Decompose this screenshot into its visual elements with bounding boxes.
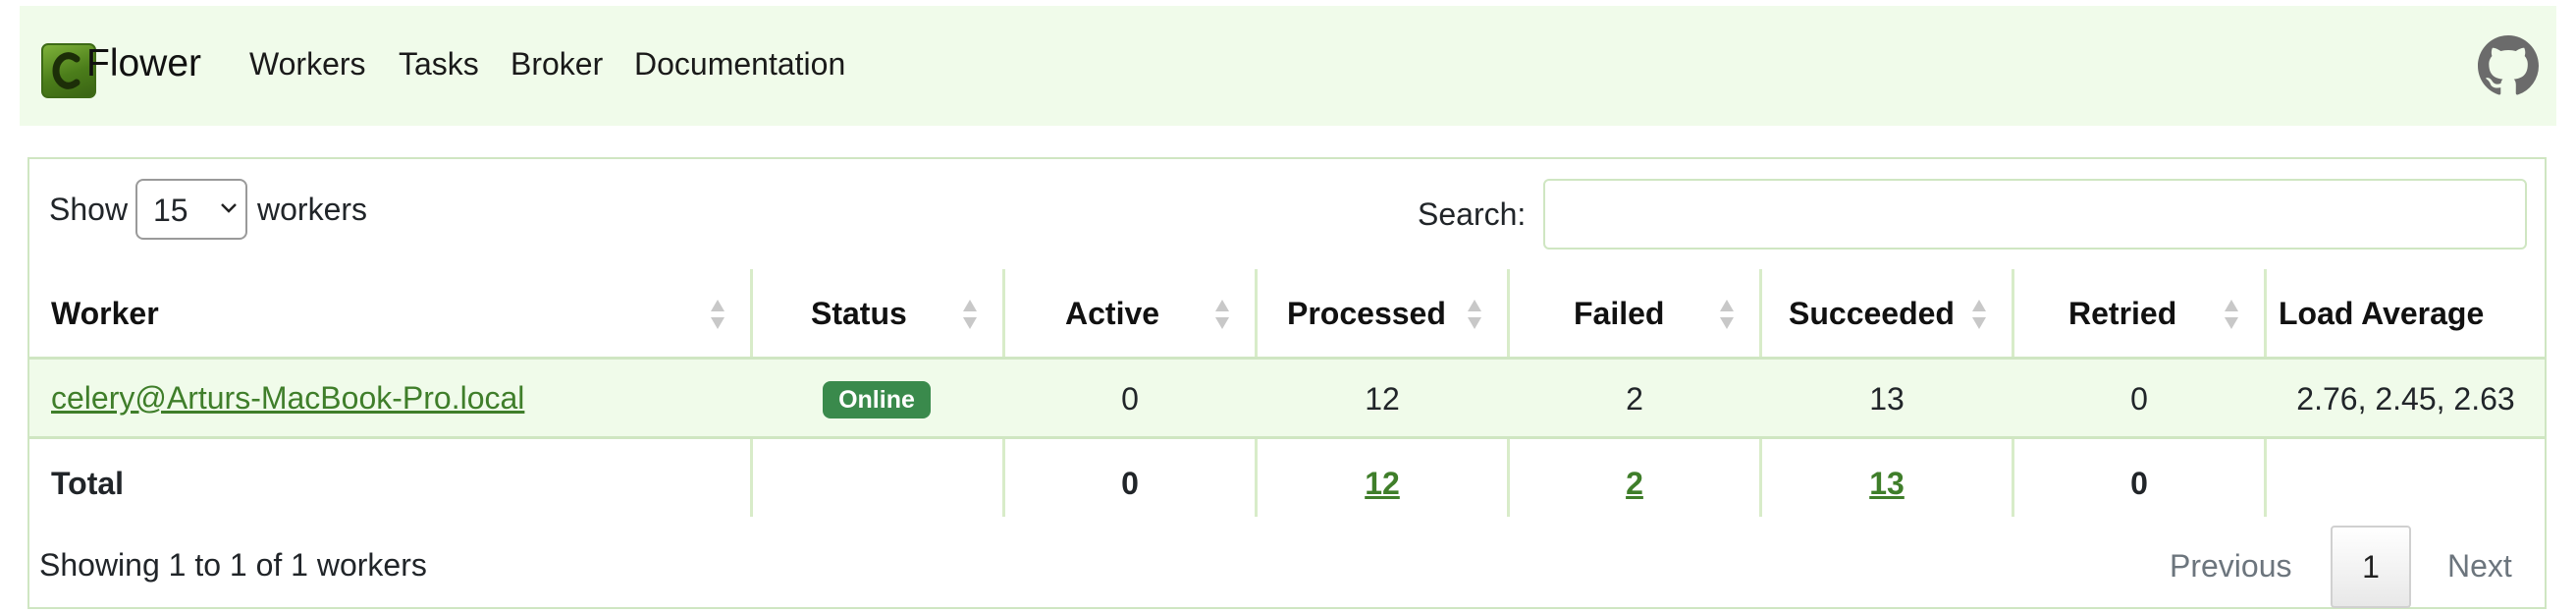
column-header-succeeded[interactable]: Succeeded [1762,269,2012,358]
navbar: Flower Workers Tasks Broker Documentatio… [20,6,2556,126]
retried-count: 0 [2130,381,2148,417]
page-button-current[interactable]: 1 [2331,526,2411,608]
header-label: Retried [2068,296,2177,331]
nav-link-documentation[interactable]: Documentation [634,43,845,84]
nav-link-broker[interactable]: Broker [510,43,603,84]
header-label: Processed [1287,296,1446,331]
sort-icon [1468,300,1481,329]
sort-icon [1215,300,1229,329]
sort-icon [963,300,977,329]
header-label: Worker [51,296,159,331]
load-average: 2.76, 2.45, 2.63 [2296,381,2515,417]
header-label: Succeeded [1789,296,1955,331]
total-label: Total [51,466,125,501]
total-active: 0 [1121,466,1139,501]
page-size-select[interactable]: 15 [135,179,247,240]
search-input[interactable] [1543,179,2527,250]
column-header-status[interactable]: Status [753,269,1002,358]
nav-link-tasks[interactable]: Tasks [399,43,479,84]
worker-link[interactable]: celery@Arturs-MacBook-Pro.local [51,378,524,418]
table-info: Showing 1 to 1 of 1 workers [39,547,427,583]
header-label: Active [1065,296,1160,331]
workers-label: workers [257,192,368,227]
column-header-worker[interactable]: Worker [29,269,750,358]
github-icon[interactable] [2478,35,2539,96]
status-badge: Online [823,381,931,418]
sort-icon [1720,300,1734,329]
nav-link-workers[interactable]: Workers [249,43,366,84]
failed-count: 2 [1626,381,1643,417]
brand-name[interactable]: Flower [86,39,201,88]
header-label: Failed [1574,296,1665,331]
processed-count: 12 [1365,381,1400,417]
total-failed-link[interactable]: 2 [1510,464,1759,503]
total-succeeded-link[interactable]: 13 [1762,464,2012,503]
row-divider [29,436,2545,439]
column-header-retried[interactable]: Retried [2014,269,2264,358]
show-label: Show [49,192,129,227]
total-processed-link[interactable]: 12 [1258,464,1507,503]
header-label: Status [811,296,907,331]
active-count: 0 [1121,381,1139,417]
total-retried: 0 [2130,466,2148,501]
next-button[interactable]: Next [2447,546,2512,585]
column-header-active[interactable]: Active [1005,269,1255,358]
header-label: Load Average [2279,296,2485,331]
previous-button[interactable]: Previous [2170,546,2292,585]
succeeded-count: 13 [1869,381,1905,417]
search-label: Search: [1418,196,1527,232]
column-header-failed[interactable]: Failed [1510,269,1759,358]
column-header-load-average[interactable]: Load Average [2267,269,2545,358]
sort-icon [711,300,724,329]
page-size-value: 15 [153,193,188,228]
sort-icon [2225,300,2238,329]
column-header-processed[interactable]: Processed [1258,269,1507,358]
sort-icon [1972,300,1986,329]
chevron-down-icon [221,203,237,213]
